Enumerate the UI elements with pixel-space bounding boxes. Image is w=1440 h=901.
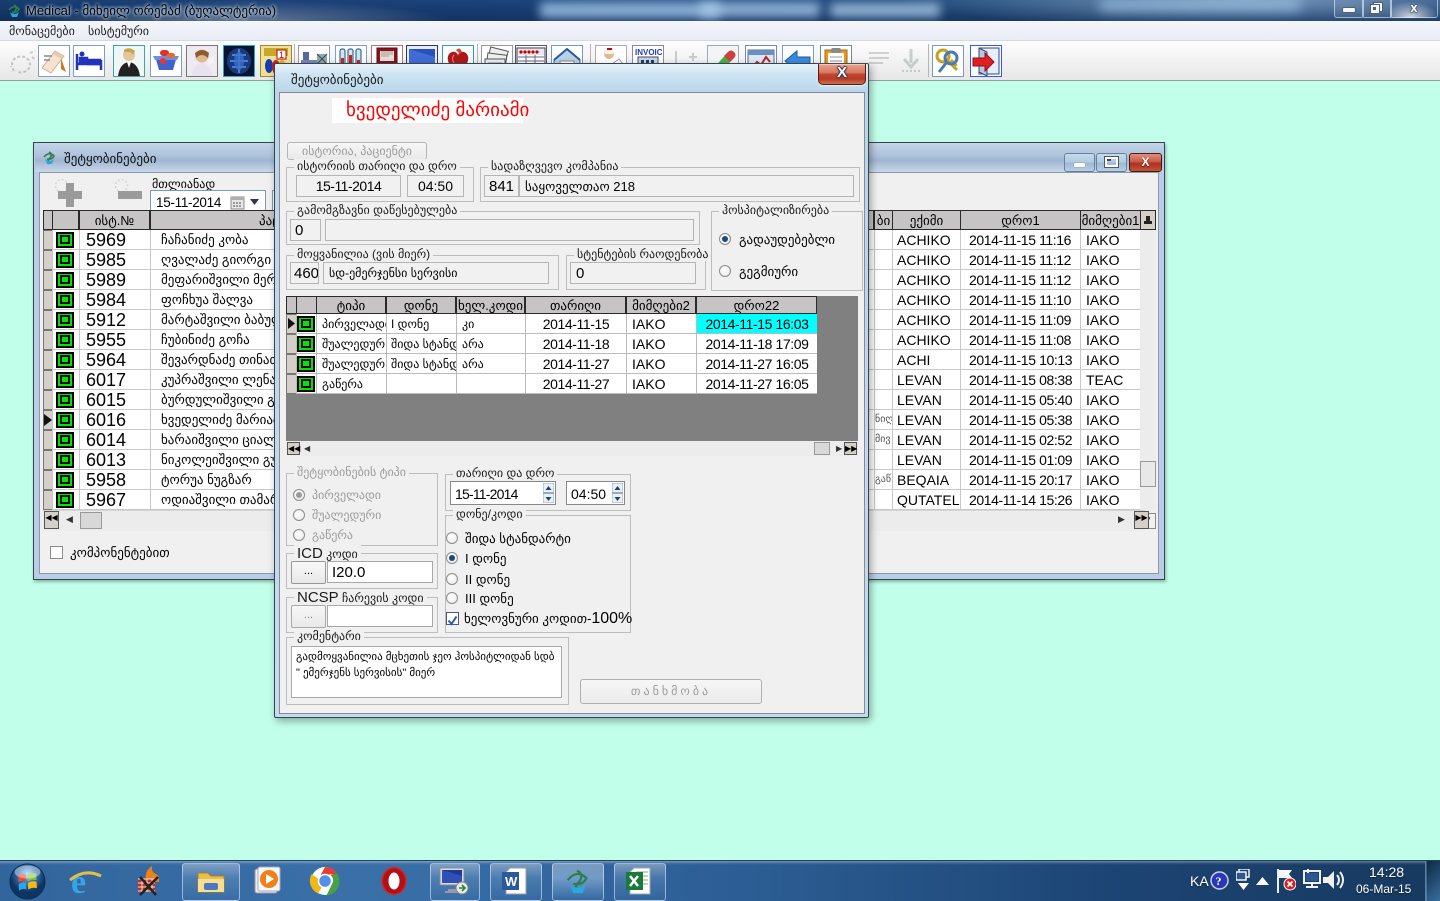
svg-text:?: ? (1216, 874, 1222, 888)
svg-text:1: 1 (279, 50, 284, 60)
svg-text:W: W (505, 874, 518, 889)
svg-text:e: e (71, 864, 86, 900)
svg-text:INVOICE: INVOICE (635, 48, 663, 57)
